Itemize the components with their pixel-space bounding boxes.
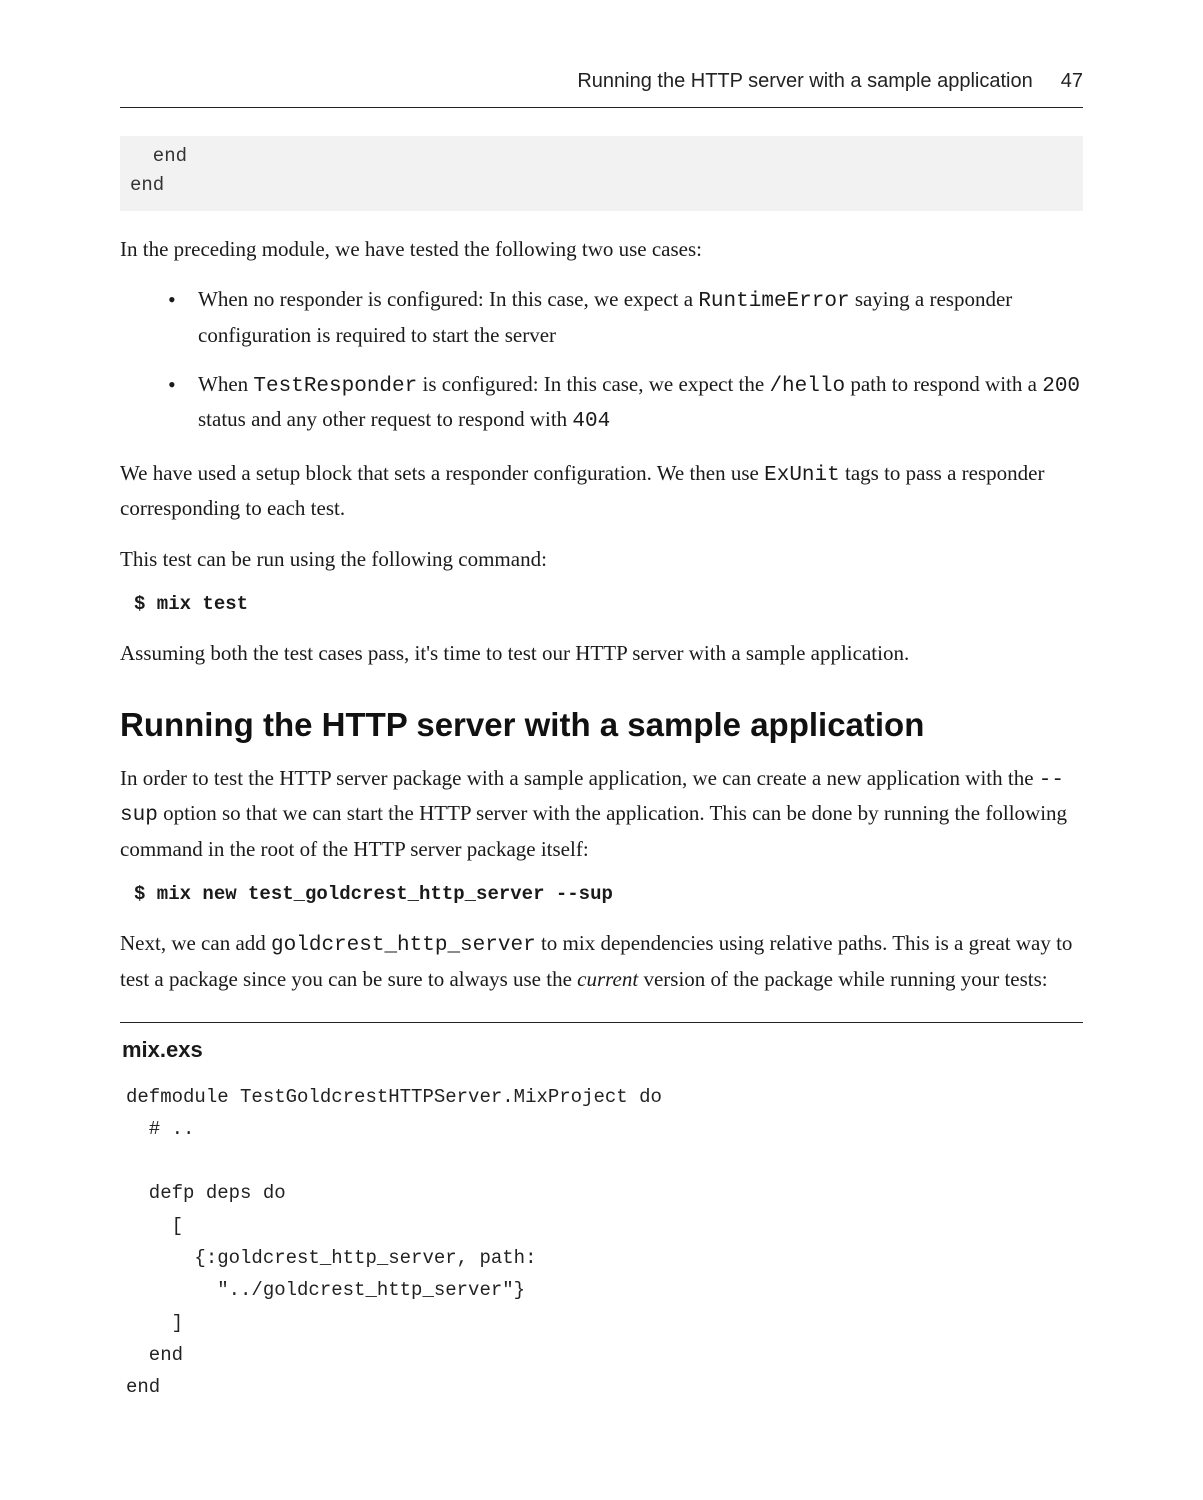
command-line: $ mix new test_goldcrest_http_server --s… (134, 883, 1083, 905)
use-case-list: When no responder is configured: In this… (120, 283, 1083, 438)
text: option so that we can start the HTTP ser… (120, 801, 1067, 861)
page-number: 47 (1061, 70, 1083, 93)
paragraph: Assuming both the test cases pass, it's … (120, 637, 1083, 670)
paragraph: This test can be run using the following… (120, 543, 1083, 576)
text: In order to test the HTTP server package… (120, 766, 1039, 790)
list-item: When TestResponder is configured: In thi… (198, 368, 1083, 439)
inline-code: ExUnit (764, 464, 840, 487)
code-block-top: end end (120, 136, 1083, 211)
separator (120, 1022, 1083, 1023)
section-heading: Running the HTTP server with a sample ap… (120, 706, 1083, 744)
text: Next, we can add (120, 931, 271, 955)
command-line: $ mix test (134, 593, 1083, 615)
list-item: When no responder is configured: In this… (198, 283, 1083, 351)
text: When no responder is configured: In this… (198, 287, 698, 311)
text: version of the package while running you… (638, 967, 1047, 991)
inline-code: 404 (572, 410, 610, 433)
running-header: Running the HTTP server with a sample ap… (120, 70, 1083, 108)
paragraph-intro: In the preceding module, we have tested … (120, 233, 1083, 266)
inline-code: TestResponder (253, 375, 417, 398)
inline-code: goldcrest_http_server (271, 934, 536, 957)
page: Running the HTTP server with a sample ap… (0, 0, 1203, 1500)
paragraph: We have used a setup block that sets a r… (120, 457, 1083, 525)
paragraph: Next, we can add goldcrest_http_server t… (120, 927, 1083, 995)
text: status and any other request to respond … (198, 407, 572, 431)
code-block-bottom: defmodule TestGoldcrestHTTPServer.MixPro… (126, 1081, 1083, 1404)
inline-code: 200 (1042, 375, 1080, 398)
inline-code: RuntimeError (698, 290, 849, 313)
paragraph: In order to test the HTTP server package… (120, 762, 1083, 866)
emphasis: current (577, 967, 638, 991)
text: When (198, 372, 253, 396)
running-title: Running the HTTP server with a sample ap… (577, 70, 1032, 93)
text: path to respond with a (845, 372, 1042, 396)
text: is configured: In this case, we expect t… (417, 372, 769, 396)
inline-code: /hello (769, 375, 845, 398)
file-label: mix.exs (122, 1037, 1083, 1063)
text: We have used a setup block that sets a r… (120, 461, 764, 485)
